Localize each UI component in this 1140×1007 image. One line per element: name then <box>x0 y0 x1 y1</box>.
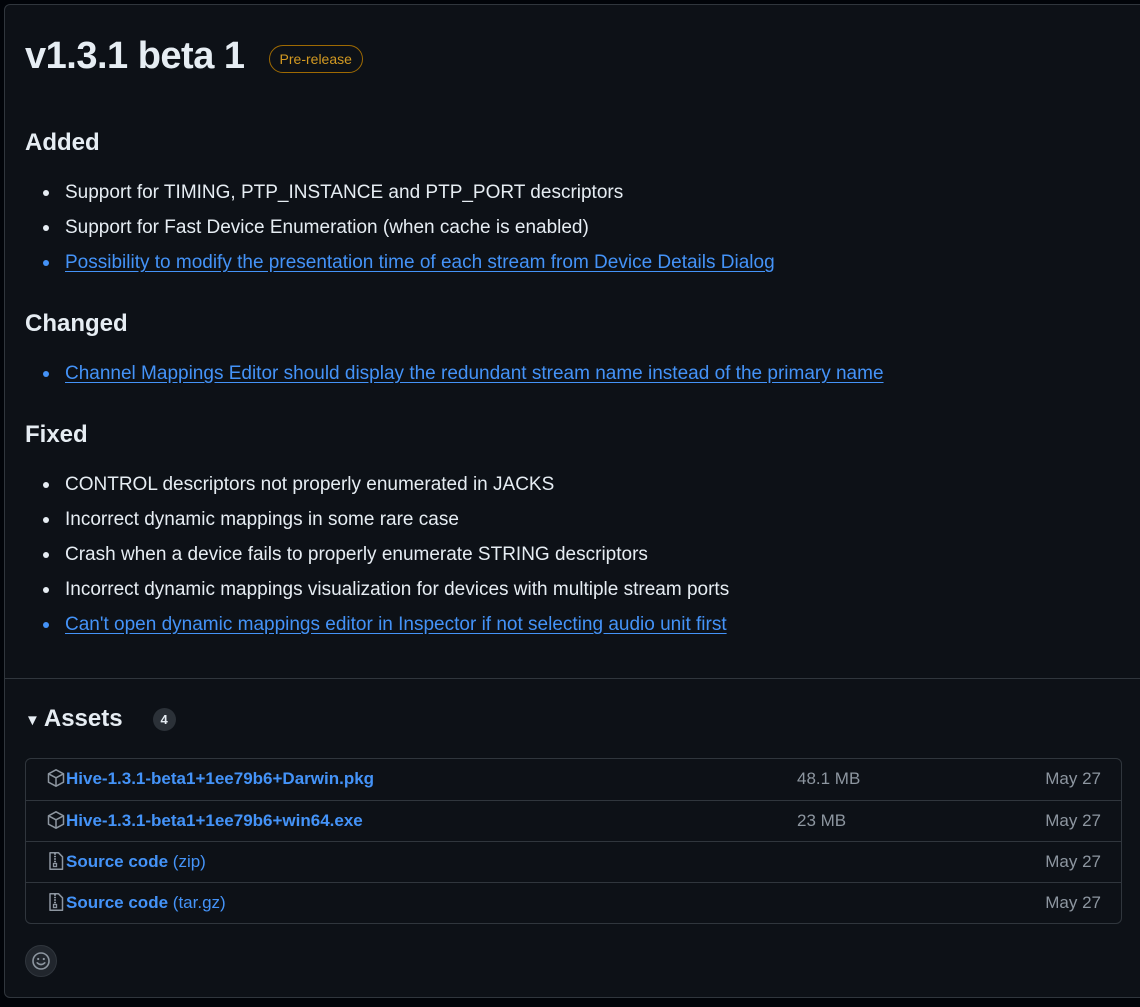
note-link[interactable]: Possibility to modify the presentation t… <box>65 252 775 273</box>
list-item: Channel Mappings Editor should display t… <box>25 356 884 391</box>
file-zip-icon <box>46 851 66 871</box>
release-header: v1.3.1 beta 1 Pre-release <box>25 35 363 78</box>
note-text: Support for Fast Device Enumeration (whe… <box>65 217 589 238</box>
smiley-icon <box>32 952 50 970</box>
release-title[interactable]: v1.3.1 beta 1 <box>25 35 245 78</box>
asset-size: 48.1 MB <box>797 769 861 788</box>
note-text: CONTROL descriptors not properly enumera… <box>65 474 555 495</box>
add-reaction-button[interactable] <box>25 945 57 977</box>
assets-title: Assets <box>43 705 123 732</box>
added-list: Support for TIMING, PTP_INSTANCE and PTP… <box>25 175 775 280</box>
asset-link[interactable]: Source code (tar.gz) <box>66 893 226 913</box>
list-item: Incorrect dynamic mappings in some rare … <box>25 502 729 537</box>
note-link[interactable]: Channel Mappings Editor should display t… <box>65 363 884 384</box>
asset-date: May 27 <box>1045 852 1101 871</box>
asset-date: May 27 <box>1045 769 1101 788</box>
list-item: Possibility to modify the presentation t… <box>25 245 775 280</box>
asset-name: Hive-1.3.1-beta1+1ee79b6+win64.exe <box>66 811 363 830</box>
asset-name: Source code <box>66 893 169 912</box>
list-item: Support for Fast Device Enumeration (whe… <box>25 210 775 245</box>
list-item: Can't open dynamic mappings editor in In… <box>25 607 729 642</box>
package-icon <box>46 768 66 788</box>
caret-down-icon: ▼ <box>25 711 40 729</box>
fixed-heading: Fixed <box>25 421 88 448</box>
prerelease-badge: Pre-release <box>268 44 363 73</box>
note-link[interactable]: Can't open dynamic mappings editor in In… <box>65 614 727 635</box>
asset-name: Source code <box>66 852 169 871</box>
assets-count-badge: 4 <box>152 707 176 731</box>
note-text: Crash when a device fails to properly en… <box>65 544 648 565</box>
divider <box>5 678 1140 679</box>
assets-toggle[interactable]: ▼ Assets 4 <box>25 705 176 733</box>
list-item: Support for TIMING, PTP_INSTANCE and PTP… <box>25 175 775 210</box>
asset-link[interactable]: Hive-1.3.1-beta1+1ee79b6+Darwin.pkg <box>66 769 374 789</box>
asset-size: 23 MB <box>797 811 847 830</box>
list-item: CONTROL descriptors not properly enumera… <box>25 467 729 502</box>
asset-row: Source code (zip) May 27 <box>26 841 1121 882</box>
changed-heading: Changed <box>25 310 128 337</box>
note-text: Support for TIMING, PTP_INSTANCE and PTP… <box>65 182 624 203</box>
file-zip-icon <box>46 892 66 912</box>
asset-ext: (zip) <box>172 852 206 871</box>
asset-ext: (tar.gz) <box>172 893 226 912</box>
note-text: Incorrect dynamic mappings visualization… <box>65 579 730 600</box>
release-card: v1.3.1 beta 1 Pre-release Added Support … <box>4 4 1140 998</box>
asset-row: Hive-1.3.1-beta1+1ee79b6+win64.exe 23 MB M… <box>26 800 1121 841</box>
note-text: Incorrect dynamic mappings in some rare … <box>65 509 459 530</box>
package-icon <box>46 810 66 830</box>
asset-name: Hive-1.3.1-beta1+1ee79b6+Darwin.pkg <box>66 769 375 788</box>
asset-link[interactable]: Hive-1.3.1-beta1+1ee79b6+win64.exe <box>66 811 363 831</box>
asset-link[interactable]: Source code (zip) <box>66 852 206 872</box>
list-item: Crash when a device fails to properly en… <box>25 537 729 572</box>
list-item: Incorrect dynamic mappings visualization… <box>25 572 729 607</box>
changed-list: Channel Mappings Editor should display t… <box>25 356 884 391</box>
asset-date: May 27 <box>1045 893 1101 912</box>
asset-row: Source code (tar.gz) May 27 <box>26 882 1121 923</box>
asset-row: Hive-1.3.1-beta1+1ee79b6+Darwin.pkg 48.1 … <box>26 759 1121 800</box>
assets-list: Hive-1.3.1-beta1+1ee79b6+Darwin.pkg 48.1 … <box>25 758 1122 924</box>
asset-date: May 27 <box>1045 811 1101 830</box>
added-heading: Added <box>25 129 100 156</box>
fixed-list: CONTROL descriptors not properly enumera… <box>25 467 729 642</box>
